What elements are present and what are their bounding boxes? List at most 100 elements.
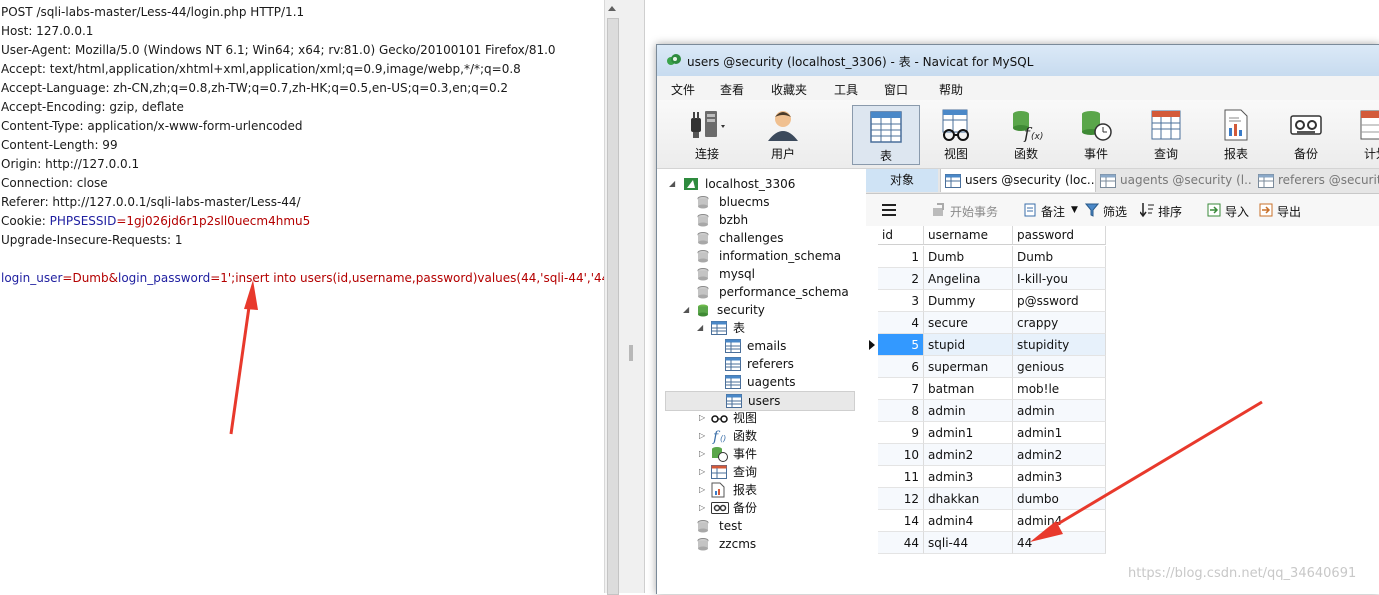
begin-transaction-button[interactable]: 开始事务 [950, 203, 998, 220]
cell-username[interactable]: dhakkan [924, 488, 1013, 510]
cell-id[interactable]: 3 [878, 290, 924, 312]
tool-function-button[interactable]: f (x) 函数 [993, 104, 1059, 162]
column-header-password[interactable]: password [1013, 226, 1106, 245]
row-indicator[interactable] [866, 444, 877, 466]
row-indicator[interactable] [866, 422, 877, 444]
row-indicator[interactable] [866, 400, 877, 422]
table-row[interactable]: 3 Dummy p@ssword [866, 290, 1106, 312]
export-button[interactable]: 导出 [1277, 203, 1301, 220]
tool-view-button[interactable]: 视图 [923, 104, 989, 162]
cell-password[interactable]: stupidity [1013, 334, 1106, 356]
table-row[interactable]: 14 admin4 admin4 [866, 510, 1106, 532]
row-indicator[interactable] [866, 532, 877, 554]
table-row[interactable]: 9 admin1 admin1 [866, 422, 1106, 444]
cell-id[interactable]: 8 [878, 400, 924, 422]
tool-backup-button[interactable]: 备份 [1273, 104, 1339, 162]
cell-password[interactable]: 44 [1013, 532, 1106, 554]
column-header-username[interactable]: username [924, 226, 1013, 245]
cell-username[interactable]: Angelina [924, 268, 1013, 290]
menu-window[interactable]: 窗口 [884, 81, 908, 98]
cell-id[interactable]: 2 [878, 268, 924, 290]
tool-event-button[interactable]: 事件 [1063, 104, 1129, 162]
table-row[interactable]: 1 Dumb Dumb [866, 246, 1106, 268]
column-header-id[interactable]: id [878, 226, 924, 245]
cell-username[interactable]: Dummy [924, 290, 1013, 312]
menu-view[interactable]: 查看 [720, 81, 744, 98]
cell-username[interactable]: admin4 [924, 510, 1013, 532]
expand-arrow-icon[interactable]: ▷ [699, 409, 705, 427]
table-row[interactable]: 4 secure crappy [866, 312, 1106, 334]
memo-button[interactable]: 备注 [1041, 203, 1065, 220]
cell-username[interactable]: stupid [924, 334, 1013, 356]
cell-id[interactable]: 1 [878, 246, 924, 268]
tree-table-users[interactable]: users [665, 391, 855, 411]
scroll-thumb[interactable] [607, 18, 619, 595]
cell-username[interactable]: admin2 [924, 444, 1013, 466]
row-indicator[interactable] [866, 312, 877, 334]
cell-password[interactable]: crappy [1013, 312, 1106, 334]
menu-file[interactable]: 文件 [671, 81, 695, 98]
tool-schedule-button[interactable]: 计划 [1343, 104, 1379, 162]
cell-password[interactable]: mob!le [1013, 378, 1106, 400]
expand-arrow-icon[interactable]: ▷ [699, 427, 705, 445]
filter-button[interactable]: 筛选 [1103, 203, 1127, 220]
cell-password[interactable]: dumbo [1013, 488, 1106, 510]
collapse-arrow-icon[interactable]: ◢ [697, 319, 703, 337]
cell-id[interactable]: 9 [878, 422, 924, 444]
row-indicator[interactable] [866, 488, 877, 510]
cell-username[interactable]: admin1 [924, 422, 1013, 444]
row-indicator[interactable] [866, 246, 877, 268]
cell-password[interactable]: admin [1013, 400, 1106, 422]
cell-id[interactable]: 14 [878, 510, 924, 532]
pane-splitter[interactable] [620, 0, 645, 593]
cell-id[interactable]: 5 [878, 334, 924, 356]
row-indicator[interactable] [866, 510, 877, 532]
cell-password[interactable]: admin3 [1013, 466, 1106, 488]
cell-id[interactable]: 12 [878, 488, 924, 510]
menu-tools[interactable]: 工具 [834, 81, 858, 98]
tab-referers-table[interactable]: referers @security [1254, 169, 1379, 192]
row-indicator[interactable] [866, 378, 877, 400]
cell-id[interactable]: 44 [878, 532, 924, 554]
collapse-arrow-icon[interactable]: ◢ [669, 175, 675, 193]
memo-dropdown-arrow-icon[interactable]: ▼ [1071, 205, 1078, 215]
tab-objects[interactable]: 对象 [866, 169, 938, 192]
expand-arrow-icon[interactable]: ▷ [699, 499, 705, 517]
cell-password[interactable]: admin4 [1013, 510, 1106, 532]
cell-password[interactable]: admin1 [1013, 422, 1106, 444]
tab-users-table[interactable]: users @security (loc... [940, 169, 1096, 192]
cell-password[interactable]: genious [1013, 356, 1106, 378]
table-row[interactable]: 2 Angelina I-kill-you [866, 268, 1106, 290]
cell-username[interactable]: sqli-44 [924, 532, 1013, 554]
request-scrollbar[interactable] [604, 0, 621, 595]
table-row[interactable]: 8 admin admin [866, 400, 1106, 422]
table-row[interactable]: 44 sqli-44 44 [866, 532, 1106, 554]
table-row[interactable]: 10 admin2 admin2 [866, 444, 1106, 466]
collapse-arrow-icon[interactable]: ◢ [683, 301, 689, 319]
cell-id[interactable]: 4 [878, 312, 924, 334]
expand-arrow-icon[interactable]: ▷ [699, 481, 705, 499]
table-row[interactable]: 11 admin3 admin3 [866, 466, 1106, 488]
cell-username[interactable]: Dumb [924, 246, 1013, 268]
tab-uagents-table[interactable]: uagents @security (l... [1096, 169, 1251, 192]
cell-password[interactable]: I-kill-you [1013, 268, 1106, 290]
hamburger-menu-icon[interactable] [882, 204, 896, 216]
tool-table-button[interactable]: 表 [852, 105, 920, 165]
menu-help[interactable]: 帮助 [939, 81, 963, 98]
cell-id[interactable]: 11 [878, 466, 924, 488]
http-request-editor[interactable]: POST /sqli-labs-master/Less-44/login.php… [0, 0, 604, 593]
table-row[interactable]: 12 dhakkan dumbo [866, 488, 1106, 510]
row-indicator[interactable] [866, 290, 877, 312]
row-indicator[interactable] [866, 356, 877, 378]
cell-username[interactable]: batman [924, 378, 1013, 400]
window-titlebar[interactable]: users @security (localhost_3306) - 表 - N… [657, 45, 1379, 76]
tool-connect-button[interactable]: 连接 [674, 104, 740, 162]
table-row[interactable]: 7 batman mob!le [866, 378, 1106, 400]
cell-username[interactable]: admin [924, 400, 1013, 422]
menu-favorites[interactable]: 收藏夹 [771, 81, 807, 98]
sort-button[interactable]: 排序 [1158, 203, 1182, 220]
splitter-grip[interactable] [629, 345, 633, 361]
row-indicator[interactable] [866, 334, 877, 356]
cell-password[interactable]: admin2 [1013, 444, 1106, 466]
scroll-up-arrow-icon[interactable] [608, 6, 616, 11]
